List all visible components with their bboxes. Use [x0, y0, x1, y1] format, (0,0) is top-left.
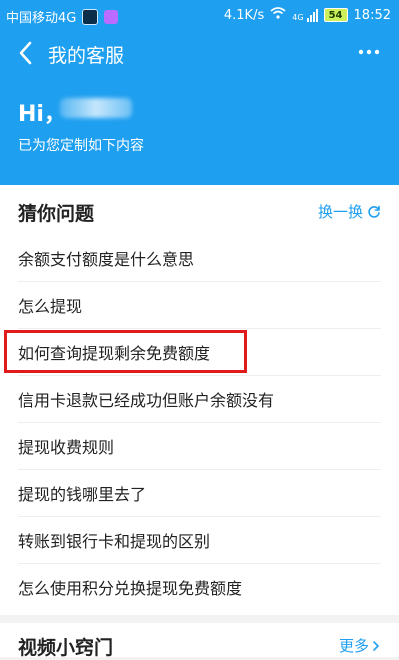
- question-item[interactable]: 余额支付额度是什么意思: [18, 235, 381, 282]
- clock: 18:52: [353, 7, 391, 23]
- status-right: 4.1K/s 4G 54 18:52: [224, 7, 391, 23]
- header-subtitle: 已为您定制如下内容: [18, 138, 144, 154]
- network-speed: 4.1K/s: [223, 7, 265, 23]
- question-item[interactable]: 怎么提现: [18, 282, 381, 329]
- back-button[interactable]: [12, 40, 40, 68]
- question-item[interactable]: 提现收费规则: [18, 423, 381, 470]
- status-left: 中国移动4G: [6, 7, 119, 26]
- question-list: 余额支付额度是什么意思 怎么提现 如何查询提现剩余免费额度 信用卡退款已经成功但…: [0, 235, 399, 610]
- chevron-right-icon: [373, 640, 379, 651]
- app-notification-icon: [104, 9, 119, 24]
- refresh-button[interactable]: 换一换: [318, 201, 381, 222]
- video-tips-card: 视频小窍门 更多: [0, 623, 399, 659]
- page-title: 我的客服: [48, 45, 125, 67]
- app-notification-icon: [82, 8, 99, 25]
- refresh-icon: [368, 205, 380, 218]
- wifi-icon: [270, 7, 286, 23]
- question-item[interactable]: 信用卡退款已经成功但账户余额没有: [18, 376, 381, 423]
- video-section-title: 视频小窍门: [18, 637, 114, 659]
- question-item[interactable]: 提现的钱哪里去了: [18, 470, 381, 517]
- page-header: 我的客服 Hi， 已为您定制如下内容: [0, 30, 399, 185]
- guess-questions-card: 猜你问题 换一换 余额支付额度是什么意思 怎么提现 如何查询提现剩余免费额度 信…: [0, 185, 399, 615]
- greeting: Hi，: [18, 102, 66, 127]
- refresh-label: 换一换: [317, 203, 363, 221]
- signal-icon: 4G: [292, 8, 318, 22]
- section-title: 猜你问题: [18, 203, 95, 225]
- question-item[interactable]: 转账到银行卡和提现的区别: [18, 517, 381, 564]
- carrier-label: 中国移动4G: [6, 11, 77, 26]
- chevron-left-icon: [19, 41, 32, 65]
- more-menu-button[interactable]: [357, 40, 381, 70]
- more-label: 更多: [338, 637, 369, 655]
- annotation-highlight-box: [4, 330, 247, 373]
- status-bar: 中国移动4G 4.1K/s 4G 54 18:52: [0, 0, 399, 30]
- question-item[interactable]: 怎么使用积分兑换提现免费额度: [18, 564, 381, 610]
- more-videos-link[interactable]: 更多: [339, 635, 381, 656]
- signal-label: 4G: [292, 12, 304, 22]
- blurred-username: [60, 98, 132, 118]
- more-icon: [358, 49, 380, 55]
- battery-indicator: 54: [323, 8, 348, 22]
